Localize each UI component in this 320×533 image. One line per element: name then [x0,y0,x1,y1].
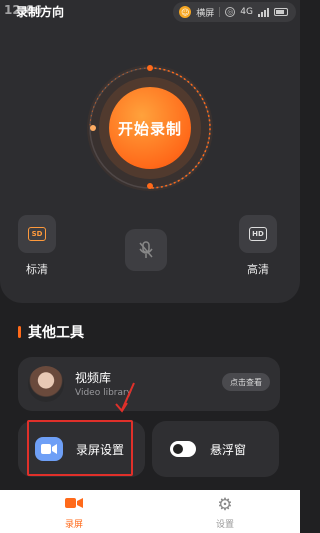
view-button[interactable]: 点击查看 [222,373,270,391]
mic-muted-icon [139,241,153,258]
orientation-label: 横屏 [196,8,215,19]
bottom-nav: 录屏 ⚙ 设置 [0,490,300,533]
highlight-box [27,420,133,476]
target-icon: ◎ [225,7,236,17]
floating-window-label: 悬浮窗 [210,443,247,457]
video-thumbnail [28,366,64,402]
status-tray[interactable]: ☺ 横屏 ◎ 4G [173,2,296,22]
divider [219,7,221,17]
nav-settings-label: 设置 [215,520,234,530]
quality-sd-label: 标清 [26,263,48,276]
video-library-title: 视频库 [75,371,112,385]
network-label: 4G [240,7,253,17]
start-record-label: 开始录制 [117,119,182,138]
orientation-icon: ☺ [179,6,192,18]
mic-toggle-button[interactable] [125,229,167,271]
video-library-card[interactable]: 视频库 Video library 点击查看 [18,357,280,411]
gear-icon: ⚙ [217,495,233,515]
signal-icon [258,7,269,17]
floating-window-card[interactable]: 悬浮窗 [152,421,279,477]
annotation-arrow-icon [115,382,135,413]
floating-window-toggle[interactable] [170,441,196,457]
hd-icon: HD [249,227,267,241]
start-record-button[interactable]: 开始录制 [109,87,191,169]
quality-hd-button[interactable]: HD [239,215,277,253]
battery-icon [274,8,288,16]
quality-hd-label: 高清 [247,263,269,276]
status-time: 12:06 录制方向 [4,3,64,20]
record-nav-icon [65,498,83,508]
nav-record[interactable]: 录屏 [44,495,104,530]
sd-icon: SD [28,227,46,241]
record-dial: 开始录制 [65,54,235,210]
quality-sd-button[interactable]: SD [18,215,56,253]
nav-settings[interactable]: ⚙ 设置 [195,495,255,531]
nav-record-label: 录屏 [64,520,83,530]
orientation-title: 录制方向 [16,5,65,19]
section-accent [18,326,21,338]
section-title-text: 其他工具 [28,325,84,341]
section-title: 其他工具 [18,322,84,342]
